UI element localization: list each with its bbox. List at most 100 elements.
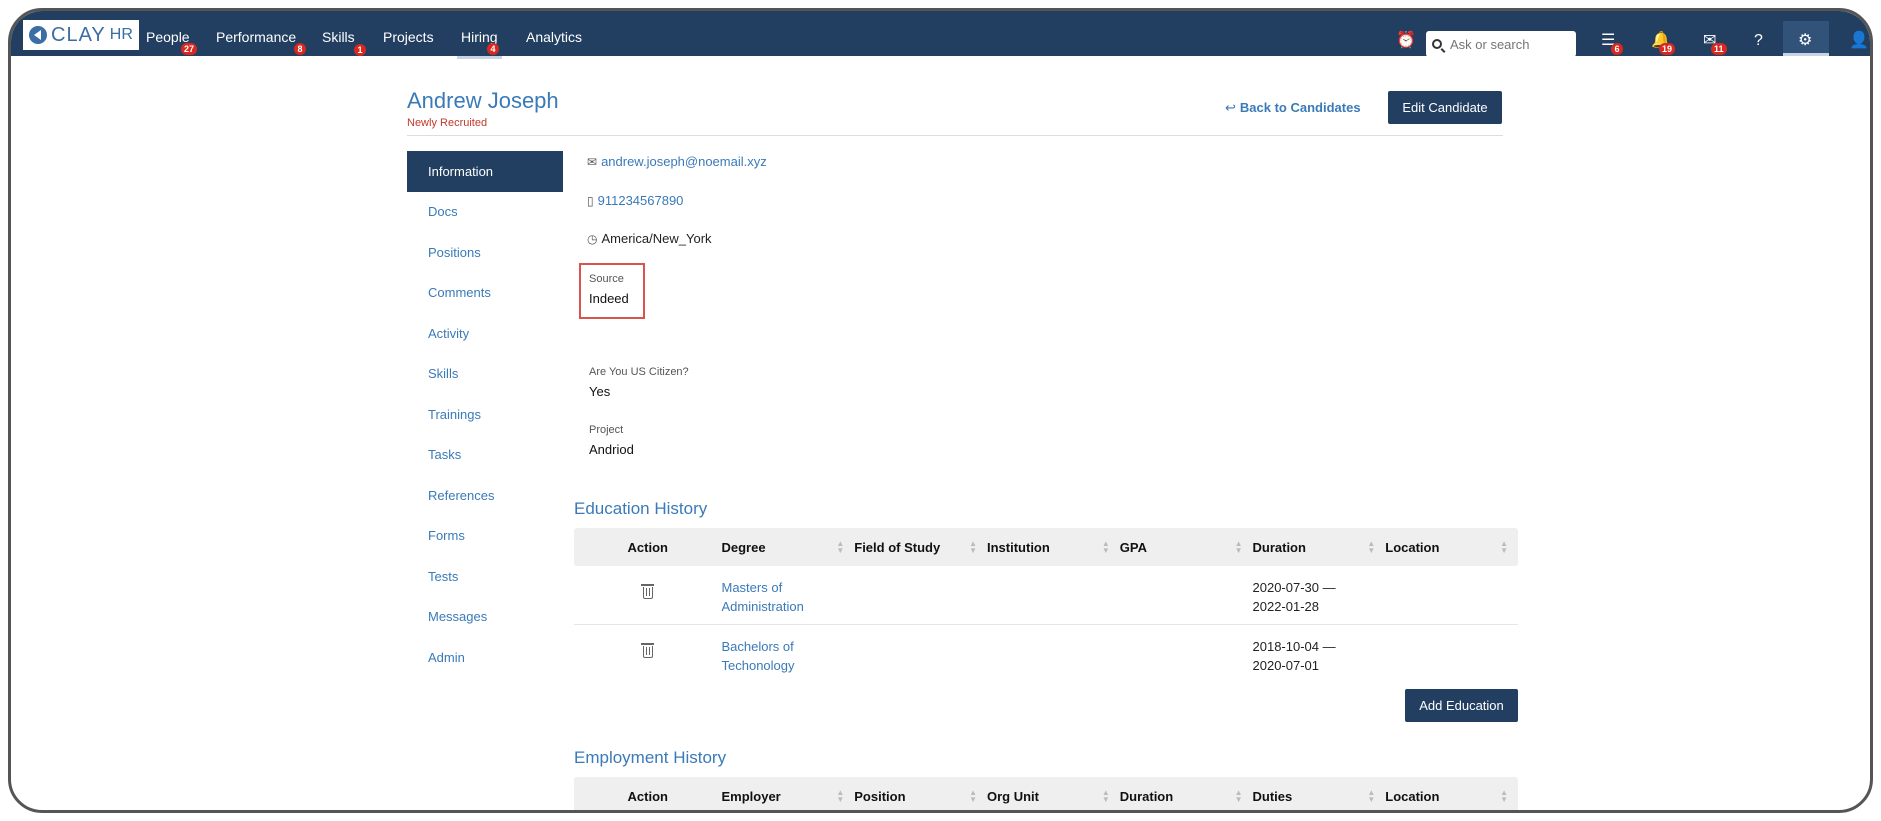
candidate-name: Andrew Joseph bbox=[407, 88, 559, 113]
gpa-cell bbox=[1120, 637, 1253, 684]
top-nav-bar: CLAY HR People 27 Performance 8 Skills 1… bbox=[11, 11, 1870, 59]
sort-icon: ▲ ▼ bbox=[1367, 788, 1376, 804]
duration-line2: 2020-07-01 bbox=[1252, 658, 1320, 673]
col-org-unit-label: Org Unit bbox=[987, 788, 1039, 804]
project-value: Andriod bbox=[589, 442, 634, 457]
side-item-tests[interactable]: Tests bbox=[407, 556, 563, 597]
col-action: Action bbox=[627, 539, 668, 555]
col-location-label: Location bbox=[1385, 788, 1440, 804]
logo-suffix: HR bbox=[109, 26, 133, 43]
side-item-skills[interactable]: Skills bbox=[407, 354, 563, 395]
back-to-candidates-link[interactable]: ↩ Back to Candidates bbox=[1225, 100, 1361, 116]
source-label: Source bbox=[589, 273, 624, 285]
nav-performance-badge: 8 bbox=[294, 43, 306, 55]
side-item-docs[interactable]: Docs bbox=[407, 192, 563, 233]
gear-icon[interactable]: ⚙ bbox=[1798, 33, 1812, 49]
col-field-of-study[interactable]: Field of Study ▲ ▼ bbox=[854, 528, 987, 566]
col-institution[interactable]: Institution ▲ ▼ bbox=[987, 528, 1120, 566]
nav-skills-badge: 1 bbox=[354, 44, 366, 56]
side-item-information[interactable]: Information bbox=[407, 151, 563, 192]
side-item-messages[interactable]: Messages bbox=[407, 597, 563, 638]
timezone-value: America/New_York bbox=[601, 231, 712, 246]
education-table-header: Action Degree ▲ ▼ Field of Study ▲ ▼ Institu… bbox=[574, 528, 1518, 566]
side-item-positions[interactable]: Positions bbox=[407, 232, 563, 273]
email-link[interactable]: andrew.joseph@noemail.xyz bbox=[601, 154, 767, 169]
sort-icon: ▲ ▼ bbox=[1367, 539, 1376, 555]
col-field-of-study-label: Field of Study bbox=[854, 539, 941, 555]
col-degree[interactable]: Degree ▲ ▼ bbox=[722, 528, 855, 566]
source-value: Indeed bbox=[589, 291, 629, 306]
sort-icon: ▲ ▼ bbox=[969, 788, 977, 804]
search-input[interactable] bbox=[1450, 36, 1570, 52]
nav-performance[interactable]: Performance bbox=[216, 29, 296, 45]
phone-icon: ▯ bbox=[587, 193, 594, 208]
field-of-study-cell bbox=[854, 578, 987, 624]
duration-cell: 2018-10-04 — 2020-07-01 bbox=[1253, 637, 1386, 684]
side-item-admin[interactable]: Admin bbox=[407, 637, 563, 678]
col-duration[interactable]: Duration ▲ ▼ bbox=[1119, 777, 1253, 810]
nav-hiring-badge: 4 bbox=[487, 43, 499, 55]
nav-people-badge: 27 bbox=[181, 43, 198, 55]
side-item-trainings[interactable]: Trainings bbox=[407, 394, 563, 435]
side-item-comments[interactable]: Comments bbox=[407, 273, 563, 314]
clayhr-logo[interactable]: CLAY HR bbox=[23, 20, 139, 50]
project-label: Project bbox=[589, 424, 624, 436]
field-of-study-cell bbox=[854, 637, 987, 684]
nav-skills[interactable]: Skills bbox=[322, 29, 355, 45]
degree-link-line1[interactable]: Masters of bbox=[722, 578, 855, 597]
table-row: Bachelors of Techonology 2018-10-04 — 20… bbox=[574, 625, 1518, 684]
side-item-activity[interactable]: Activity bbox=[407, 313, 563, 354]
col-duration-label: Duration bbox=[1119, 788, 1174, 804]
alarm-clock-icon[interactable]: ⏰ bbox=[1396, 33, 1416, 49]
table-row: Masters of Administration 2020-07-30 — 2… bbox=[574, 566, 1518, 625]
search-icon bbox=[1432, 39, 1442, 49]
employment-history-title: Employment History bbox=[574, 748, 727, 767]
col-org-unit[interactable]: Org Unit ▲ ▼ bbox=[987, 777, 1120, 810]
help-icon[interactable]: ? bbox=[1754, 33, 1763, 49]
degree-link-line2[interactable]: Techonology bbox=[722, 656, 855, 675]
nav-projects[interactable]: Projects bbox=[383, 29, 434, 45]
phone-link[interactable]: 911234567890 bbox=[598, 193, 684, 208]
col-action: Action bbox=[627, 788, 668, 804]
col-position[interactable]: Position ▲ ▼ bbox=[854, 777, 987, 810]
add-education-button[interactable]: Add Education bbox=[1405, 689, 1518, 722]
institution-cell bbox=[987, 637, 1120, 684]
col-degree-label: Degree bbox=[721, 539, 766, 555]
trash-icon[interactable] bbox=[640, 584, 654, 599]
edit-candidate-button[interactable]: Edit Candidate bbox=[1388, 91, 1502, 124]
sort-icon: ▲ ▼ bbox=[836, 788, 845, 804]
delete-cell bbox=[574, 578, 722, 624]
degree-link-line1[interactable]: Bachelors of bbox=[722, 637, 855, 656]
side-item-tasks[interactable]: Tasks bbox=[407, 435, 563, 476]
col-location[interactable]: Location ▲ ▼ bbox=[1385, 528, 1518, 566]
back-link-label: Back to Candidates bbox=[1239, 100, 1361, 115]
sort-icon: ▲ ▼ bbox=[1234, 539, 1243, 555]
col-gpa[interactable]: GPA ▲ ▼ bbox=[1120, 528, 1253, 566]
degree-link-line2[interactable]: Administration bbox=[722, 597, 855, 616]
location-cell bbox=[1385, 637, 1518, 684]
duration-line1: 2020-07-30 — bbox=[1252, 580, 1336, 595]
candidate-status: Newly Recruited bbox=[407, 117, 488, 129]
col-location-label: Location bbox=[1385, 539, 1440, 555]
app-window: CLAY HR People 27 Performance 8 Skills 1… bbox=[8, 8, 1873, 813]
user-avatar-icon[interactable]: 👤 bbox=[1849, 33, 1869, 49]
side-item-references[interactable]: References bbox=[407, 475, 563, 516]
degree-cell: Masters of Administration bbox=[722, 578, 855, 624]
degree-cell: Bachelors of Techonology bbox=[722, 637, 855, 684]
nav-people[interactable]: People bbox=[146, 29, 190, 45]
col-duties[interactable]: Duties ▲ ▼ bbox=[1253, 777, 1386, 810]
phone-line: ▯ 911234567890 bbox=[587, 193, 683, 208]
nav-analytics[interactable]: Analytics bbox=[526, 29, 582, 45]
trash-icon[interactable] bbox=[640, 643, 654, 658]
sort-icon: ▲ ▼ bbox=[836, 539, 845, 555]
col-location[interactable]: Location ▲ ▼ bbox=[1385, 777, 1518, 810]
side-item-forms[interactable]: Forms bbox=[407, 516, 563, 557]
col-employer[interactable]: Employer ▲ ▼ bbox=[722, 777, 855, 810]
sort-icon: ▲ ▼ bbox=[1101, 539, 1110, 555]
education-table: Action Degree ▲ ▼ Field of Study ▲ ▼ Institu… bbox=[574, 528, 1518, 684]
duration-line1: 2018-10-04 — bbox=[1252, 639, 1336, 654]
search-box[interactable] bbox=[1426, 31, 1576, 57]
col-duration[interactable]: Duration ▲ ▼ bbox=[1253, 528, 1386, 566]
duration-line2: 2022-01-28 bbox=[1252, 599, 1320, 614]
clock-icon: ◷ bbox=[587, 231, 598, 246]
